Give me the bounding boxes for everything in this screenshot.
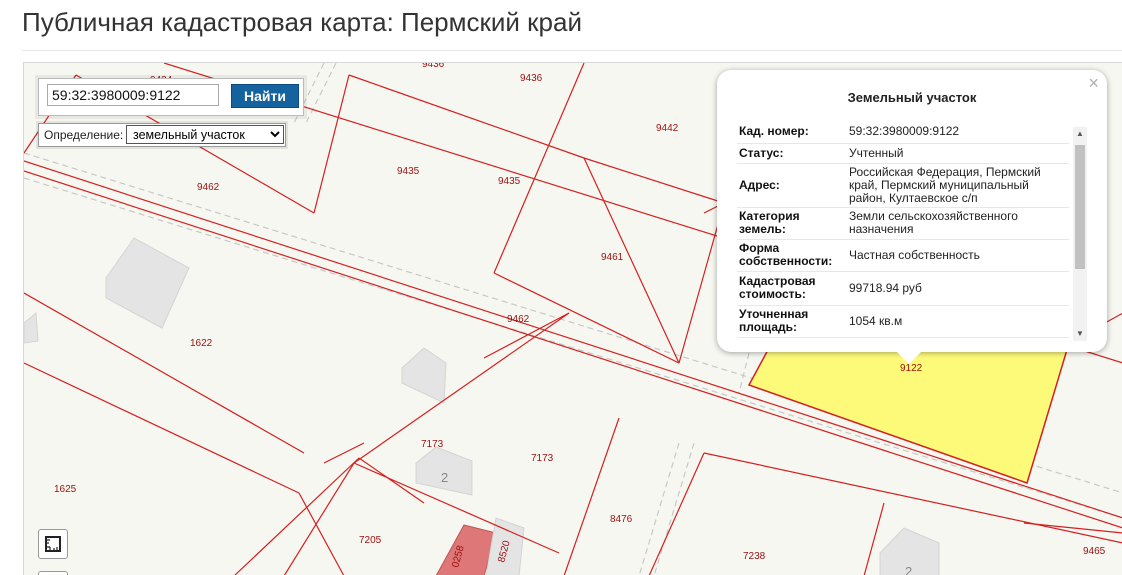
attr-value: Учтенный [847,143,1069,164]
table-row: Категория земель: Земли сельскохозяйствен… [737,207,1069,240]
parcel-label: 7238 [743,551,766,562]
road-edge [653,442,695,575]
attr-value: 99718.94 руб [847,271,1069,306]
measure-tool-button[interactable] [38,529,68,559]
scroll-up-arrow-icon[interactable]: ▲ [1073,127,1087,141]
parcel-label: 9436 [422,63,445,70]
map-view[interactable]: 9434 9436 9436 9442 9435 9435 9462 9461 … [23,62,1122,575]
definition-label: Определение: [44,128,124,142]
table-row: Уточненная площадь: 1054 кв.м [737,305,1069,338]
attr-key: Категория земель: [737,207,847,240]
map-tool-button[interactable] [38,571,68,575]
building-number: 2 [905,564,912,575]
attr-value: Российская Федерация, Пермский край, Пер… [847,163,1069,208]
parcel-label: 9435 [397,166,420,177]
attr-key: Статус: [737,143,847,164]
table-row: Статус: Учтенный [737,143,1069,164]
scroll-down-arrow-icon[interactable]: ▼ [1073,327,1087,341]
building-number: 2 [441,470,448,485]
attr-key: Кад. номер: [737,121,847,144]
parcel-label: 7173 [531,453,554,464]
attr-value: 59:32:3980009:9122 [847,121,1069,144]
search-button[interactable]: Найти [231,84,299,108]
road-edge [638,442,680,575]
table-row: Адрес: Российская Федерация, Пермский кра… [737,163,1069,208]
parcel-label: 9461 [601,252,624,263]
scroll-thumb[interactable] [1075,145,1085,269]
parcel-label: 9436 [520,73,543,84]
parcel-label-selected: 9122 [900,363,923,374]
building [105,237,190,329]
parcel-label: 7173 [421,439,444,450]
attr-value: 1054 кв.м [847,305,1069,338]
parcel-label: 8476 [610,514,633,525]
parcel-info-popup: × Земельный участок Кад. номер: 59:32:398… [717,70,1107,352]
cadastral-search-input[interactable] [47,84,219,106]
search-panel: Найти [38,78,304,116]
table-row: Кадастровая стоимость: 99718.94 руб [737,271,1069,306]
building [24,311,39,344]
popup-pointer [896,351,922,364]
table-row: Кад. номер: 59:32:3980009:9122 [737,121,1069,144]
parcel-label: 9435 [498,176,521,187]
parcel-label: 1625 [54,484,77,495]
table-row: Форма собственности: Частная собственност… [737,239,1069,272]
attr-key: Кадастровая стоимость: [737,271,847,306]
attributes-table: Кад. номер: 59:32:3980009:9122 Статус: Учт… [737,121,1069,338]
parcel-label: 9462 [507,314,530,325]
road-edge [305,63,337,124]
road-edge [738,352,750,394]
ruler-icon [45,536,61,552]
attr-key: Уточненная площадь: [737,305,847,338]
attr-value: Земли сельскохозяйственного назначения [847,207,1069,240]
popup-content[interactable]: Кад. номер: 59:32:3980009:9122 Статус: Учт… [737,121,1089,339]
definition-select[interactable]: земельный участок [126,125,284,144]
attr-value: Частная собственность [847,239,1069,272]
definition-panel: Определение: земельный участок [38,123,286,147]
parcel-label: 9442 [656,123,679,134]
parcel-label: 9465 [1083,546,1106,557]
building [401,347,447,404]
page-title: Публичная кадастровая карта: Пермский кр… [22,7,582,37]
parcel-label: 7205 [359,535,382,546]
popup-title: Земельный участок [847,90,977,105]
attr-key: Адрес: [737,163,847,208]
popup-scrollbar[interactable]: ▲ ▼ [1073,127,1087,341]
attr-key: Форма собственности: [737,239,847,272]
parcel-label: 1622 [190,338,213,349]
parcel-label: 9462 [197,182,220,193]
title-divider [22,50,1122,51]
